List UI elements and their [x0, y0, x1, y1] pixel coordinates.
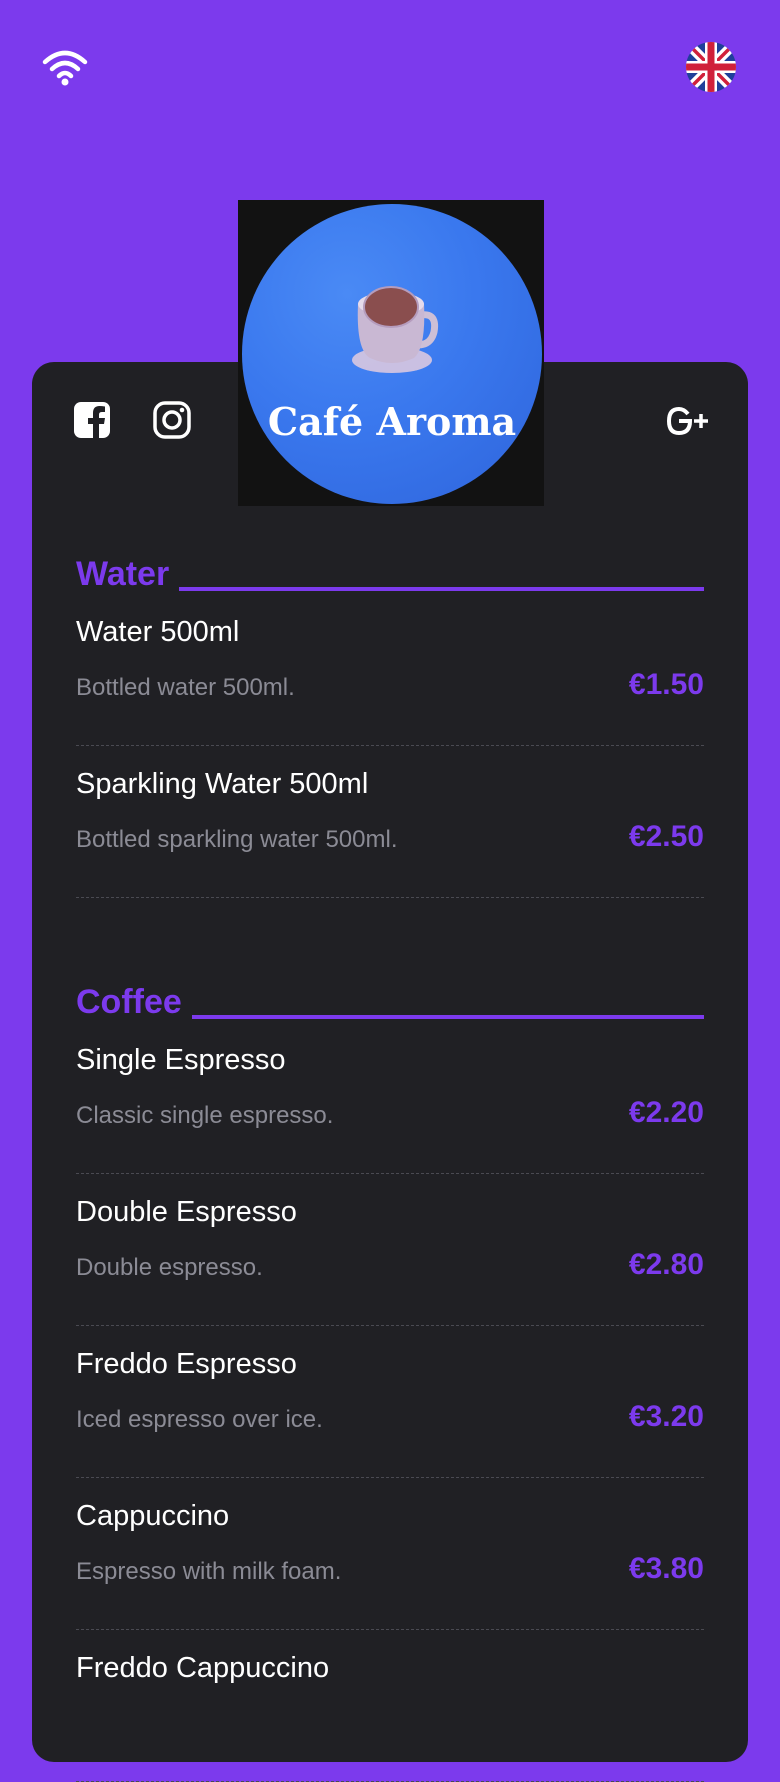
google-plus-icon[interactable] [666, 406, 710, 436]
facebook-icon[interactable] [72, 400, 112, 440]
item-price: €2.80 [628, 1248, 704, 1281]
top-bar [0, 0, 780, 140]
item-description: Bottled sparkling water 500ml. [76, 826, 398, 853]
item-description: Double espresso. [76, 1254, 263, 1281]
section-divider [191, 1015, 704, 1019]
cafe-logo: Café Aroma [238, 200, 544, 506]
item-description: Iced espresso over ice. [76, 1406, 323, 1433]
brand-name: Café Aroma [267, 399, 517, 444]
section-title-text: Water [76, 555, 170, 593]
logo-badge: Café Aroma [242, 204, 542, 504]
section-coffee: Coffee Single Espresso Classic single es… [76, 978, 704, 1782]
item-name: Freddo Cappuccino [76, 1652, 330, 1684]
section-title: Water [76, 550, 704, 594]
item-name: Freddo Espresso [76, 1348, 297, 1380]
item-price: €3.80 [628, 1552, 704, 1585]
menu-item[interactable]: Water 500ml Bottled water 500ml. €1.50 [76, 594, 704, 746]
item-description: Classic single espresso. [76, 1102, 334, 1129]
menu-item[interactable]: Freddo Espresso Iced espresso over ice. … [76, 1326, 704, 1478]
section-water: Water Water 500ml Bottled water 500ml. €… [76, 550, 704, 898]
menu-item[interactable]: Cappuccino Espresso with milk foam. €3.8… [76, 1478, 704, 1630]
section-divider [179, 587, 704, 591]
item-name: Cappuccino [76, 1500, 230, 1532]
item-price: €2.20 [628, 1096, 704, 1129]
item-name: Single Espresso [76, 1044, 286, 1076]
item-name: Double Espresso [76, 1196, 297, 1228]
item-description: Bottled water 500ml. [76, 674, 295, 701]
item-name: Water 500ml [76, 616, 240, 648]
coffee-cup-icon [342, 274, 452, 384]
section-title-text: Coffee [76, 983, 182, 1021]
menu-item[interactable]: Sparkling Water 500ml Bottled sparkling … [76, 746, 704, 898]
menu-item[interactable]: Double Espresso Double espresso. €2.80 [76, 1174, 704, 1326]
item-price: €2.50 [628, 820, 704, 853]
menu-item[interactable]: Single Espresso Classic single espresso.… [76, 1022, 704, 1174]
menu-card: Water Water 500ml Bottled water 500ml. €… [32, 362, 748, 1782]
instagram-icon[interactable] [152, 400, 192, 440]
item-price: €1.50 [628, 668, 704, 701]
item-description: Espresso with milk foam. [76, 1558, 342, 1585]
item-price: €3.20 [628, 1400, 704, 1433]
wifi-icon [42, 48, 88, 88]
section-title: Coffee [76, 978, 704, 1022]
item-name: Sparkling Water 500ml [76, 768, 369, 800]
language-flag-icon[interactable] [686, 42, 736, 92]
menu-item[interactable]: Freddo Cappuccino [76, 1630, 704, 1782]
